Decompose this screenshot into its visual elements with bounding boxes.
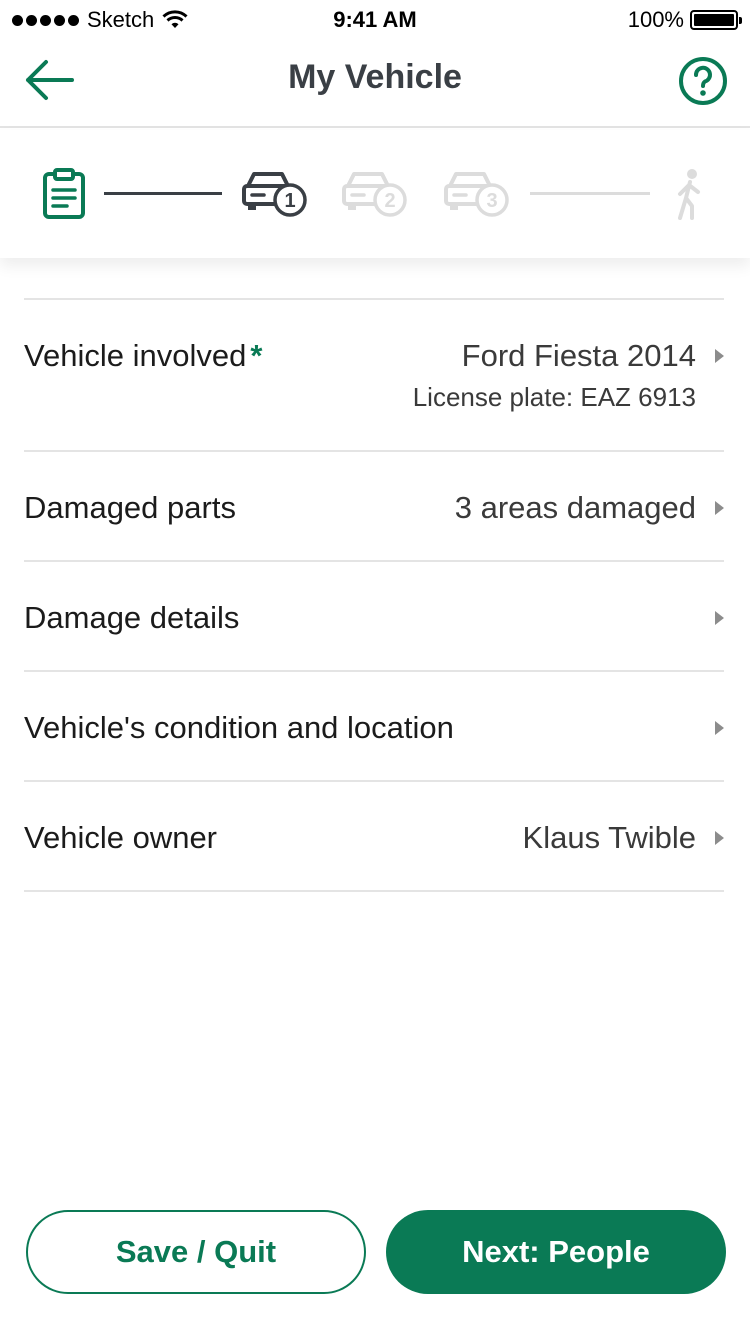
chevron-right-icon [715, 831, 724, 845]
row-label: Vehicle involved * [24, 338, 263, 373]
chevron-right-icon [715, 611, 724, 625]
clipboard-icon[interactable] [42, 168, 86, 220]
row-label: Damaged parts [24, 490, 236, 525]
question-circle-icon[interactable] [678, 56, 728, 106]
pedestrian-icon[interactable] [670, 168, 710, 220]
step-connector [104, 192, 222, 195]
save-quit-button[interactable]: Save / Quit [26, 1210, 366, 1294]
row-value: 3 areas damaged [454, 490, 696, 525]
next-people-button[interactable]: Next: People [386, 1210, 726, 1294]
chevron-right-icon [715, 501, 724, 515]
row-label: Vehicle's condition and location [24, 710, 454, 745]
list-item-vehicle-owner[interactable]: Vehicle owner Klaus Twible [24, 782, 724, 892]
battery-percent: 100% [627, 7, 684, 32]
list-item-condition-location[interactable]: Vehicle's condition and location [24, 672, 724, 782]
row-value: Ford Fiesta 2014 [461, 338, 696, 373]
row-subvalue: License plate: EAZ 6913 [412, 382, 696, 412]
car-icon[interactable]: 1 [242, 168, 310, 220]
progress-stepper: 1 2 3 [0, 130, 750, 258]
required-marker: * [250, 338, 263, 373]
status-bar: Sketch 9:41 AM 100% [0, 0, 750, 40]
row-value: Klaus Twible [522, 820, 696, 855]
svg-text:2: 2 [384, 190, 395, 212]
chevron-right-icon [715, 349, 724, 363]
step-connector [530, 192, 650, 195]
car-icon[interactable]: 2 [342, 168, 410, 220]
svg-text:1: 1 [284, 190, 295, 212]
svg-text:3: 3 [486, 190, 497, 212]
car-icon[interactable]: 3 [444, 168, 512, 220]
vehicle-details-list: Vehicle involved * Ford Fiesta 2014 Licen… [24, 298, 724, 892]
navigation-bar: My Vehicle [0, 40, 750, 128]
list-item-vehicle-involved[interactable]: Vehicle involved * Ford Fiesta 2014 Licen… [24, 300, 724, 452]
row-label: Vehicle owner [24, 820, 218, 855]
battery-icon [690, 10, 742, 30]
row-label: Damage details [24, 600, 240, 635]
list-item-damaged-parts[interactable]: Damaged parts 3 areas damaged [24, 452, 724, 562]
chevron-right-icon [715, 721, 724, 735]
list-item-damage-details[interactable]: Damage details [24, 562, 724, 672]
status-right: 100% [627, 7, 742, 33]
page-title: My Vehicle [288, 58, 462, 96]
